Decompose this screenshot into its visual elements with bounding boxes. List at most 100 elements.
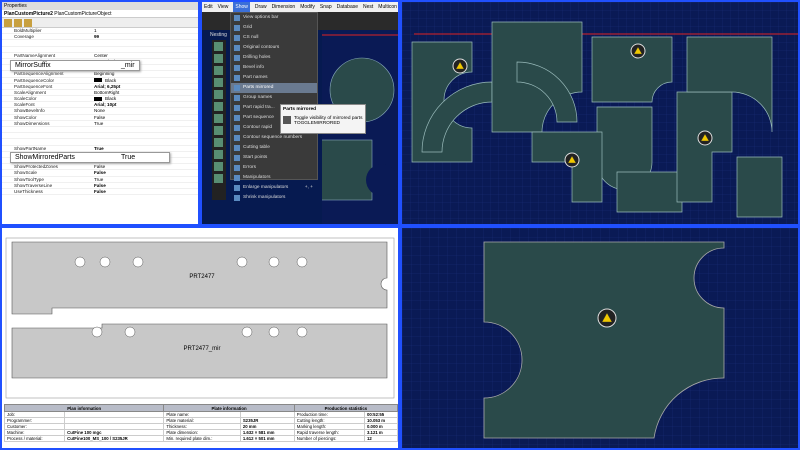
property-value[interactable]: False — [82, 183, 198, 188]
property-value[interactable]: True — [82, 177, 198, 182]
property-value[interactable]: Beginning — [82, 71, 198, 76]
menu-item[interactable]: Enlarge manipulators +, + — [231, 183, 317, 193]
warning-tool-icon[interactable] — [214, 66, 223, 75]
property-value[interactable]: False — [82, 164, 198, 169]
menu-item[interactable]: CS null — [231, 33, 317, 43]
part-label-2: PRT2477_mir — [184, 346, 221, 352]
plan-info-table: Plan information Plate information Product… — [3, 404, 398, 442]
property-value[interactable] — [82, 133, 198, 138]
menu-item[interactable]: Errors — [231, 163, 317, 173]
property-pages-icon[interactable] — [24, 19, 32, 27]
mirror-tool-icon[interactable] — [214, 90, 223, 99]
property-value[interactable]: Black — [82, 96, 198, 101]
color-swatch — [94, 78, 102, 83]
property-value[interactable]: BottomRight — [82, 90, 198, 95]
categorized-icon[interactable] — [4, 19, 12, 27]
menu-snap[interactable]: Snap — [320, 2, 332, 12]
property-value[interactable]: True — [82, 121, 198, 126]
mirror-suffix-callout: MirrorSuffix _mir — [10, 60, 140, 71]
menu-item[interactable]: Cutting table — [231, 143, 317, 153]
property-value[interactable]: False — [82, 170, 198, 175]
menu-item[interactable]: Part names — [231, 73, 317, 83]
menu-item[interactable]: Drilling holes — [231, 53, 317, 63]
cut-tool-icon[interactable] — [214, 150, 223, 159]
menu-item[interactable]: Original contours — [231, 43, 317, 53]
line-tool-icon[interactable] — [214, 126, 223, 135]
property-key: PartSequenceFont — [14, 83, 53, 89]
property-key: PartSequenceAlignment — [14, 71, 64, 77]
property-key: ShowTraverseLine — [14, 182, 53, 188]
alphabetical-icon[interactable] — [14, 19, 22, 27]
property-key: PartNameAlignment — [14, 52, 56, 58]
menu-item[interactable]: Parts mirrored — [231, 83, 317, 93]
properties-toolbar — [2, 18, 198, 28]
warning-icon[interactable] — [697, 130, 713, 146]
editor-panel: Edit View Show Draw Dimension Modify Snap Datab… — [200, 0, 400, 226]
part-zoom-view[interactable] — [400, 226, 800, 450]
table-header: Plate information — [163, 404, 295, 412]
property-value[interactable]: Black — [82, 78, 198, 83]
table-cell: Process / material: — [3, 435, 66, 442]
select-tool-icon[interactable] — [214, 42, 223, 51]
property-key: UseThickness — [14, 188, 43, 194]
property-key: ShowPartName — [14, 145, 47, 151]
dim-tool-icon[interactable] — [214, 174, 223, 183]
menu-item[interactable]: View options bar — [231, 13, 317, 23]
menu-dimension[interactable]: Dimension — [272, 2, 296, 12]
nesting-tab[interactable]: Nesting — [210, 32, 227, 38]
arc-tool-icon[interactable] — [214, 138, 223, 147]
menu-item[interactable]: Shrink manipulators — [231, 193, 317, 203]
property-value[interactable]: True — [82, 146, 198, 151]
property-value[interactable] — [82, 40, 198, 45]
nest-view[interactable] — [400, 0, 800, 226]
object-selector[interactable]: PlanCustomPicture2 PlanCustomPictureObje… — [2, 10, 198, 18]
menu-item[interactable]: Grid — [231, 23, 317, 33]
rotate-tool-icon[interactable] — [214, 78, 223, 87]
table-row: Process / material: CutFine100_MS_100 / S… — [3, 435, 398, 442]
table-cell: Min. required plate dim.: — [163, 435, 241, 442]
warning-icon[interactable] — [597, 308, 617, 328]
measure-tool-icon[interactable] — [214, 162, 223, 171]
menu-item[interactable]: Bevel info — [231, 63, 317, 73]
move-tool-icon[interactable] — [214, 114, 223, 123]
menu-database[interactable]: Database — [337, 2, 358, 12]
menu-item[interactable]: Group names — [231, 93, 317, 103]
property-value[interactable]: None — [82, 108, 198, 113]
table-header: Plan information — [3, 404, 165, 412]
property-value[interactable]: Center — [82, 53, 198, 58]
menu-bar: Edit View Show Draw Dimension Modify Snap Datab… — [202, 2, 398, 12]
shortcut-label: +, + — [304, 185, 313, 190]
property-value[interactable] — [82, 47, 198, 52]
property-row[interactable]: UseThickness False — [2, 188, 198, 196]
menu-item[interactable]: Start points — [231, 153, 317, 163]
menu-draw[interactable]: Draw — [255, 2, 267, 12]
menu-item[interactable]: Manipulators — [231, 173, 317, 183]
property-key: ShowToolType — [14, 176, 44, 182]
table-cell: CutFine100_MS_100 / S235JR — [64, 435, 165, 442]
property-value[interactable]: 1 — [82, 28, 198, 33]
table-cell: 1.612 × 501 mm — [239, 435, 295, 442]
property-value[interactable] — [82, 139, 198, 144]
menu-multicon[interactable]: Multicon — [378, 2, 397, 12]
property-value[interactable]: Arial; 10pt — [82, 102, 198, 107]
property-key: ScaleFont — [14, 102, 35, 108]
grid-tool-icon[interactable] — [214, 102, 223, 111]
property-key: ShowScale — [14, 170, 37, 176]
menu-nest[interactable]: Nest — [363, 2, 373, 12]
warning-icon[interactable] — [452, 58, 468, 74]
menu-item[interactable]: Contour sequence numbers — [231, 133, 317, 143]
property-value[interactable] — [82, 127, 198, 132]
warning-icon[interactable] — [630, 43, 646, 59]
property-value[interactable]: Arial; 6,25pt — [82, 84, 198, 89]
property-value[interactable]: False — [82, 115, 198, 120]
part-tool-icon[interactable] — [214, 54, 223, 63]
menu-view[interactable]: View — [218, 2, 229, 12]
menu-modify[interactable]: Modify — [300, 2, 315, 12]
menu-show[interactable]: Show — [233, 2, 250, 12]
property-key: ShowProtectedZones — [14, 164, 58, 170]
property-value[interactable]: 99 — [82, 34, 198, 39]
property-value[interactable]: False — [82, 189, 198, 194]
warning-icon[interactable] — [564, 152, 580, 168]
menu-edit[interactable]: Edit — [204, 2, 213, 12]
property-grid[interactable]: BoldMultiplier 1 Coverage 99 PartNameAlignme… — [2, 28, 198, 196]
